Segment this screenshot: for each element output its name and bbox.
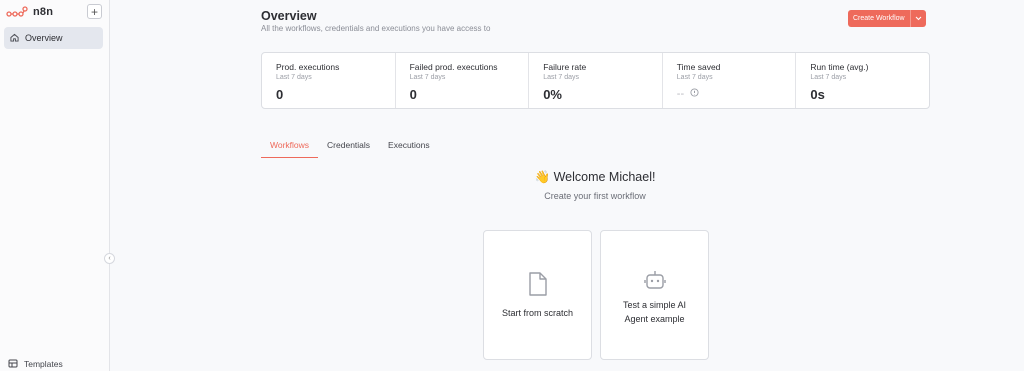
templates-icon	[8, 359, 18, 370]
stat-period: Last 7 days	[543, 74, 579, 81]
robot-icon	[601, 269, 708, 293]
stat-period: Last 7 days	[276, 74, 312, 81]
stat-value: 0	[276, 87, 284, 102]
card-label: Start from scratch	[501, 308, 573, 318]
page-title: Overview	[261, 9, 317, 23]
brand-name: n8n	[33, 6, 54, 18]
sidebar-item-label: Templates	[24, 359, 63, 369]
stats-panel: Prod. executions Last 7 days 0 Failed pr…	[261, 52, 930, 109]
card-label: Test a simple AI Agent example	[607, 298, 702, 326]
ai-agent-example-card[interactable]: Test a simple AI Agent example	[600, 230, 709, 360]
stat-failed-executions[interactable]: Failed prod. executions Last 7 days 0	[396, 53, 530, 108]
card-label-line: Agent example	[624, 314, 685, 324]
tabs: Workflows Credentials Executions	[261, 137, 439, 158]
wave-icon: 👋	[534, 170, 551, 184]
stat-value: 0	[409, 87, 417, 102]
stat-period: Last 7 days	[676, 74, 713, 81]
create-workflow-button[interactable]: Create Workflow	[848, 10, 926, 27]
info-icon[interactable]	[690, 88, 699, 100]
stat-value: --	[676, 88, 685, 100]
welcome-title: Welcome Michael!	[553, 170, 656, 184]
welcome-heading: 👋 Welcome Michael!	[0, 170, 1024, 185]
stat-period: Last 7 days	[409, 74, 446, 81]
tab-credentials[interactable]: Credentials	[318, 137, 379, 158]
sidebar-item-overview[interactable]: Overview	[4, 27, 103, 49]
stat-time-saved[interactable]: Time saved Last 7 days --	[663, 53, 797, 108]
card-label-line: Test a simple AI	[622, 300, 687, 310]
stat-period: Last 7 days	[810, 74, 847, 81]
stat-value: 0%	[543, 87, 562, 102]
brand[interactable]: n8n	[6, 5, 53, 19]
stat-run-time[interactable]: Run time (avg.) Last 7 days 0s	[796, 53, 929, 108]
stat-label: Time saved	[676, 62, 721, 72]
create-workflow-label[interactable]: Create Workflow	[848, 10, 910, 27]
tab-workflows[interactable]: Workflows	[261, 137, 319, 158]
stat-prod-executions[interactable]: Prod. executions Last 7 days 0	[262, 53, 396, 108]
stat-label: Failed prod. executions	[409, 62, 498, 72]
page-subtitle: All the workflows, credentials and execu…	[261, 24, 491, 33]
sidebar-item-label: Overview	[25, 33, 63, 43]
start-from-scratch-card[interactable]: Start from scratch	[483, 230, 592, 360]
chevron-down-icon[interactable]	[909, 10, 926, 27]
stat-label: Run time (avg.)	[810, 62, 869, 72]
stat-failure-rate[interactable]: Failure rate Last 7 days 0%	[529, 53, 663, 108]
add-button[interactable]: +	[87, 4, 102, 19]
app-root: n8n + Overview Templates ‹ Overview All …	[0, 0, 1024, 371]
tab-executions[interactable]: Executions	[379, 137, 439, 158]
stat-value: 0s	[810, 87, 825, 102]
n8n-logo-icon	[6, 6, 28, 18]
sidebar-collapse-button[interactable]: ‹	[104, 253, 115, 264]
sidebar: n8n + Overview Templates	[0, 0, 110, 371]
file-icon	[484, 271, 591, 297]
sidebar-item-templates[interactable]: Templates	[8, 358, 63, 370]
stat-label: Failure rate	[543, 62, 587, 72]
stat-label: Prod. executions	[276, 62, 340, 72]
welcome-subtitle: Create your first workflow	[544, 191, 646, 201]
stat-value-row: --	[677, 88, 796, 100]
home-icon	[10, 33, 19, 44]
